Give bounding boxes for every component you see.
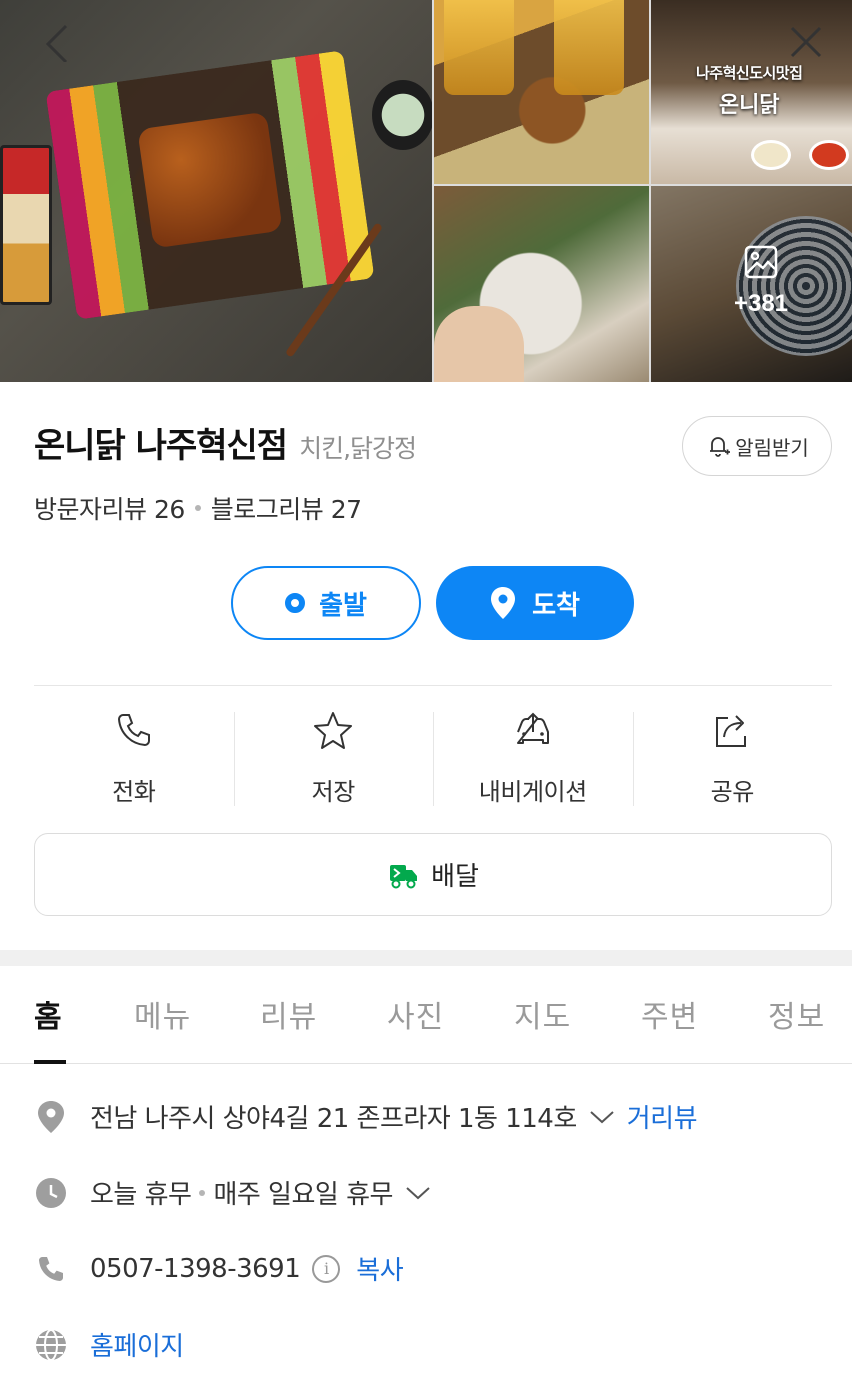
delivery-truck-icon xyxy=(390,864,418,888)
globe-icon xyxy=(34,1328,68,1362)
hours-row: 오늘 휴무 매주 일요일 휴무 xyxy=(34,1174,443,1211)
visitor-reviews-link[interactable]: 방문자리뷰 26 xyxy=(34,490,185,526)
tab-map[interactable]: 지도 xyxy=(514,992,571,1036)
tab-nearby[interactable]: 주변 xyxy=(641,992,698,1036)
chevron-down-icon[interactable] xyxy=(589,1109,615,1125)
save-action[interactable]: 저장 xyxy=(233,706,434,808)
place-name: 온니닭 나주혁신점 xyxy=(34,426,288,466)
delivery-label: 배달 xyxy=(431,862,479,892)
photo-gallery[interactable]: 나주혁신도시맛집 온니닭 +381 xyxy=(0,0,852,382)
beer-glass-graphic xyxy=(554,0,624,95)
chicken-graphic xyxy=(137,111,283,249)
clock-icon xyxy=(34,1176,68,1210)
sign-line-2: 온니닭 xyxy=(718,93,780,118)
origin-dot-icon xyxy=(285,593,306,613)
route-start-label: 출발 xyxy=(319,590,367,621)
tab-photos[interactable]: 사진 xyxy=(387,992,444,1036)
route-start-button[interactable]: 출발 xyxy=(231,566,421,640)
map-pin-icon xyxy=(34,1100,68,1134)
close-icon xyxy=(790,26,822,58)
dip-sauce-graphic xyxy=(751,140,791,170)
navigation-label: 내비게이션 xyxy=(478,778,587,806)
close-button[interactable] xyxy=(786,22,826,62)
hours-status: 오늘 휴무 xyxy=(90,1180,192,1210)
more-photos[interactable]: +381 xyxy=(721,244,801,318)
action-bar: 전화 저장 내비게이션 공유 xyxy=(34,706,832,808)
section-separator xyxy=(0,950,852,966)
notify-button[interactable]: 알림받기 xyxy=(682,416,832,476)
back-button[interactable] xyxy=(38,22,78,64)
share-action[interactable]: 공유 xyxy=(632,706,833,808)
homepage-row: 홈페이지 xyxy=(34,1326,184,1363)
tab-home[interactable]: 홈 xyxy=(34,992,63,1036)
call-action[interactable]: 전화 xyxy=(34,706,234,808)
chevron-left-icon xyxy=(45,24,68,64)
separator-dot xyxy=(199,1189,206,1196)
hours-detail: 매주 일요일 휴무 xyxy=(213,1180,393,1210)
delivery-button[interactable]: 배달 xyxy=(34,833,832,916)
place-title-row: 온니닭 나주혁신점 치킨,닭강정 xyxy=(34,418,417,467)
address-row: 전남 나주시 상야4길 21 존프라자 1동 114호 거리뷰 xyxy=(34,1098,698,1135)
tab-bar: 홈 메뉴 리뷰 사진 지도 주변 정보 xyxy=(0,966,852,1064)
beer-glass-graphic xyxy=(444,0,514,95)
star-icon xyxy=(314,712,353,749)
blog-reviews-link[interactable]: 블로그리뷰 27 xyxy=(211,490,362,526)
photo-thumb-more[interactable]: +381 xyxy=(651,186,852,382)
photo-thumb-1[interactable] xyxy=(434,0,649,184)
more-photos-count: +381 xyxy=(733,290,789,317)
share-icon xyxy=(716,715,747,747)
separator-dot xyxy=(194,505,201,511)
phone-number[interactable]: 0507-1398-3691 xyxy=(90,1254,301,1284)
route-arrive-button[interactable]: 도착 xyxy=(436,566,634,640)
tab-reviews[interactable]: 리뷰 xyxy=(260,992,317,1036)
tab-info[interactable]: 정보 xyxy=(768,992,825,1036)
address-text: 전남 나주시 상야4길 21 존프라자 1동 114호 xyxy=(90,1104,577,1134)
photo-thumb-3[interactable] xyxy=(434,186,649,382)
phone-filled-icon xyxy=(34,1252,68,1286)
call-label: 전화 xyxy=(112,778,156,806)
phone-icon xyxy=(117,714,150,747)
info-icon[interactable]: i xyxy=(312,1254,341,1283)
dip-bowl-graphic xyxy=(372,80,432,150)
share-label: 공유 xyxy=(710,778,755,806)
hand-graphic xyxy=(434,306,524,382)
copy-phone-button[interactable]: 복사 xyxy=(356,1250,403,1287)
navigation-action[interactable]: 내비게이션 xyxy=(433,706,633,808)
phone-row: 0507-1398-3691 i 복사 xyxy=(34,1250,404,1287)
review-counts: 방문자리뷰 26 블로그리뷰 27 xyxy=(34,490,362,526)
dip-sauce-graphic xyxy=(809,140,849,170)
homepage-link[interactable]: 홈페이지 xyxy=(90,1326,184,1363)
tab-menu[interactable]: 메뉴 xyxy=(134,992,191,1036)
sauce-tray-graphic xyxy=(0,145,52,305)
store-sign: 나주혁신도시맛집 온니닭 xyxy=(696,62,803,119)
bell-plus-icon xyxy=(710,437,731,457)
image-icon xyxy=(744,245,778,279)
route-arrive-label: 도착 xyxy=(532,590,580,621)
save-label: 저장 xyxy=(311,778,356,806)
place-category: 치킨,닭강정 xyxy=(299,434,417,463)
sign-line-1: 나주혁신도시맛집 xyxy=(696,64,803,82)
street-view-link[interactable]: 거리뷰 xyxy=(627,1098,698,1135)
divider xyxy=(34,685,832,686)
location-pin-icon xyxy=(491,587,516,619)
car-navigation-icon xyxy=(516,712,549,744)
notify-label: 알림받기 xyxy=(735,435,809,460)
active-tab-indicator xyxy=(34,1060,66,1064)
chevron-down-icon[interactable] xyxy=(405,1185,431,1201)
